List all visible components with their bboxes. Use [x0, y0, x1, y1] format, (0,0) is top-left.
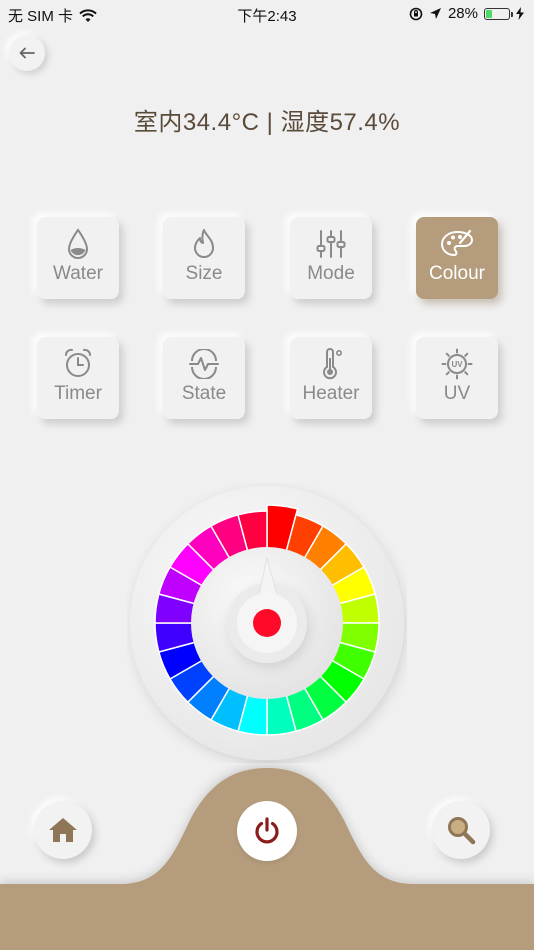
- search-button[interactable]: [432, 801, 490, 859]
- pulse-icon: [189, 347, 219, 381]
- colour-label: Colour: [429, 263, 485, 284]
- size-button[interactable]: Size: [163, 217, 245, 299]
- water-label: Water: [53, 263, 103, 284]
- water-button[interactable]: Water: [37, 217, 119, 299]
- home-icon: [49, 818, 77, 842]
- uv-icon: UV: [441, 347, 473, 381]
- heater-button[interactable]: Heater: [290, 337, 372, 419]
- back-button[interactable]: [9, 35, 45, 71]
- heater-label: Heater: [302, 383, 360, 404]
- location-arrow-icon: [429, 8, 441, 19]
- palette-icon: [440, 227, 474, 261]
- search-icon: [448, 817, 476, 845]
- status-bar: 无 SIM 卡 下午2:43 28%: [0, 0, 534, 28]
- uv-label: UV: [443, 383, 471, 404]
- timer-label: Timer: [54, 383, 102, 404]
- power-icon: [255, 817, 279, 844]
- battery-fill: [486, 9, 492, 18]
- status-right: 28%: [409, 5, 524, 22]
- back-arrow-icon: [19, 47, 35, 59]
- home-button[interactable]: [34, 801, 92, 859]
- state-button[interactable]: State: [163, 337, 245, 419]
- orientation-lock-icon: [409, 7, 423, 20]
- mode-label: Mode: [307, 263, 355, 284]
- battery-percent: 28%: [447, 5, 478, 22]
- thermometer-icon: [318, 347, 344, 381]
- selected-colour-indicator: [253, 609, 281, 637]
- alarm-clock-icon: [63, 347, 93, 381]
- water-drop-icon: [66, 227, 90, 261]
- colour-button[interactable]: Colour: [416, 217, 498, 299]
- temperature-humidity-readout: 室内34.4°C | 湿度57.4%: [133, 109, 401, 136]
- power-button[interactable]: [237, 801, 297, 861]
- mode-button[interactable]: Mode: [290, 217, 372, 299]
- battery-icon: [484, 7, 513, 20]
- charging-icon: [516, 7, 524, 20]
- flame-icon: [191, 227, 217, 261]
- sliders-icon: [316, 227, 346, 261]
- size-label: Size: [185, 263, 223, 284]
- uv-button[interactable]: UV UV: [416, 337, 498, 419]
- colour-dial[interactable]: [127, 483, 407, 763]
- state-label: State: [181, 383, 227, 404]
- timer-button[interactable]: Timer: [37, 337, 119, 419]
- svg-text:UV: UV: [451, 360, 463, 369]
